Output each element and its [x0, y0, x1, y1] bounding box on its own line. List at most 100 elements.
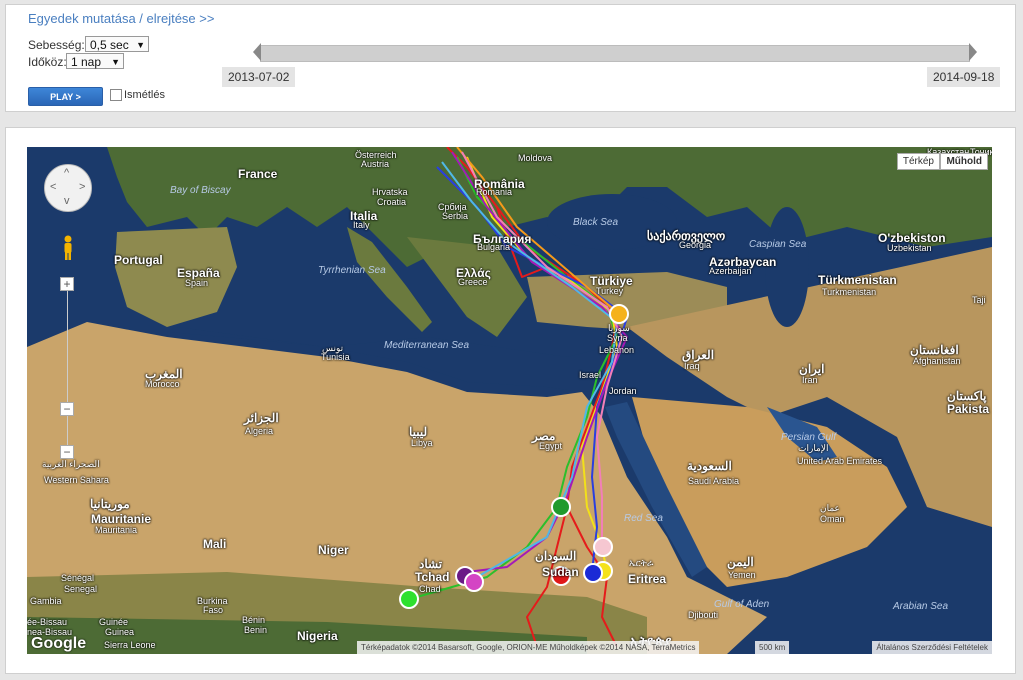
map-label: Chad: [419, 584, 441, 594]
map-label: Moldova: [518, 153, 553, 163]
bird-marker-lime: [399, 589, 419, 609]
map-label: Saudi Arabia: [688, 476, 740, 486]
map-label: Niger: [318, 543, 349, 557]
map-label: Taji: [972, 295, 986, 305]
chevron-down-icon: ▼: [136, 40, 145, 50]
map-type-map-button[interactable]: Térkép: [896, 153, 940, 170]
map-label: عمان: [820, 503, 840, 513]
pegman-icon[interactable]: [62, 235, 74, 261]
map-label: Lebanon: [599, 345, 635, 355]
start-date: 2013-07-02: [222, 67, 296, 87]
map-label: Tunisia: [321, 352, 350, 362]
map-label: اليمن: [727, 555, 754, 569]
map-type-satellite-button[interactable]: Műhold: [940, 153, 988, 170]
map-label: Nigeria: [297, 629, 338, 643]
map-label: Benin: [244, 625, 268, 635]
map-label: Morocco: [145, 379, 180, 389]
map-label: Mali: [203, 537, 227, 551]
map-label: Egypt: [539, 441, 563, 451]
map-label: Red Sea: [624, 513, 663, 524]
map-label: Sierra Leone: [104, 640, 156, 650]
toggle-individuals-link[interactable]: Egyedek mutatása / elrejtése >>: [28, 11, 214, 26]
terms-link[interactable]: Általános Szerződési Feltételek: [872, 641, 992, 654]
bird-marker-orange: [609, 304, 629, 324]
map-label: Portugal: [114, 253, 163, 267]
google-logo[interactable]: Google: [31, 635, 86, 653]
map-label: Guinée: [99, 617, 129, 627]
zoom-in-button[interactable]: +: [60, 277, 74, 291]
map-label: Turkey: [596, 286, 624, 296]
timeline-end-handle[interactable]: [969, 43, 977, 61]
map-data-credits[interactable]: Térképadatok ©2014 Basarsoft, Google, OR…: [357, 641, 700, 654]
map-label: Eritrea: [628, 572, 667, 586]
map-label: Faso: [203, 605, 224, 615]
map-label: Black Sea: [573, 217, 619, 228]
map-label: United Arab Emirates: [797, 456, 883, 466]
pan-up-icon[interactable]: ^: [64, 167, 69, 179]
map-label: تشاد: [419, 557, 443, 571]
map-label: Spain: [185, 278, 209, 288]
play-button[interactable]: PLAY >: [28, 87, 103, 106]
map-label: Bulgaria: [477, 242, 511, 252]
bird-marker-pink-light: [593, 537, 613, 557]
map-label: Georgia: [679, 240, 712, 250]
map-label: Turkmenistan: [822, 287, 877, 297]
map-label: Senegal: [64, 584, 98, 594]
repeat-label: Ismétlés: [124, 89, 165, 101]
map-terrain: [27, 147, 992, 654]
map-label: الجزائر: [244, 411, 279, 425]
map-label: Bay of Biscay: [170, 185, 231, 196]
map-label: الإمارات: [798, 443, 829, 453]
timeline-start-handle[interactable]: [253, 43, 261, 61]
speed-label: Sebesség:: [28, 38, 85, 52]
map-label: Gulf of Aden: [714, 599, 770, 610]
end-date: 2014-09-18: [927, 67, 1001, 87]
interval-select[interactable]: 1 nap ▼: [66, 53, 124, 69]
map-label: موريتانيا: [90, 497, 130, 511]
map-label: Pakista: [947, 402, 990, 416]
map-label: العراق: [682, 348, 715, 362]
chevron-down-icon: ▼: [111, 57, 120, 67]
map-label: Iran: [802, 375, 818, 385]
map-label: Yemen: [728, 570, 756, 580]
speed-select[interactable]: 0,5 sec ▼: [85, 36, 149, 52]
map-label: Austria: [361, 159, 390, 169]
map-label: Caspian Sea: [749, 239, 807, 250]
map-label: Croatia: [377, 197, 407, 207]
map-label: السودان: [535, 549, 577, 563]
pan-control[interactable]: ^ v < >: [44, 164, 92, 212]
interval-label: Időköz:: [28, 55, 67, 69]
satellite-map[interactable]: France Österreich Austria Moldova Bay of Bis…: [27, 147, 992, 654]
map-label: Oman: [820, 514, 845, 524]
bird-marker-green: [551, 497, 571, 517]
map-label: Mediterranean Sea: [384, 340, 470, 351]
map-label: Türkmenistan: [818, 273, 897, 287]
bird-marker-blue: [583, 563, 603, 583]
map-label: Italy: [353, 220, 370, 230]
zoom-out-button[interactable]: −: [60, 445, 74, 459]
timeline-slider-track[interactable]: [260, 45, 970, 62]
repeat-checkbox[interactable]: [110, 89, 122, 101]
map-label: Western Sahara: [44, 475, 109, 485]
map-label: Tyrrhenian Sea: [318, 265, 386, 276]
zoom-slider-handle[interactable]: −: [60, 402, 74, 416]
map-label: Sudan: [542, 565, 579, 579]
controls-panel: Egyedek mutatása / elrejtése >> Sebesség…: [5, 4, 1016, 112]
map-label: Romania: [476, 187, 513, 197]
map-label: Greece: [458, 277, 488, 287]
map-label: ليبيا: [409, 425, 428, 439]
map-label: ée-Bissau: [27, 617, 68, 627]
map-label: Mauritania: [95, 525, 138, 535]
map-label: Iraq: [684, 361, 700, 371]
map-label: Persian Gulf: [781, 432, 837, 443]
map-label: Serbia: [442, 211, 469, 221]
map-label: Bénin: [242, 615, 266, 625]
pan-down-icon[interactable]: v: [64, 195, 70, 207]
zoom-slider-track[interactable]: [67, 289, 68, 459]
pan-right-icon[interactable]: >: [79, 181, 85, 193]
map-label: Guinea: [105, 627, 135, 637]
map-label: Tchad: [415, 570, 450, 584]
map-label: پاکستان: [947, 389, 987, 403]
pan-left-icon[interactable]: <: [50, 181, 56, 193]
map-label: Libya: [411, 438, 433, 448]
